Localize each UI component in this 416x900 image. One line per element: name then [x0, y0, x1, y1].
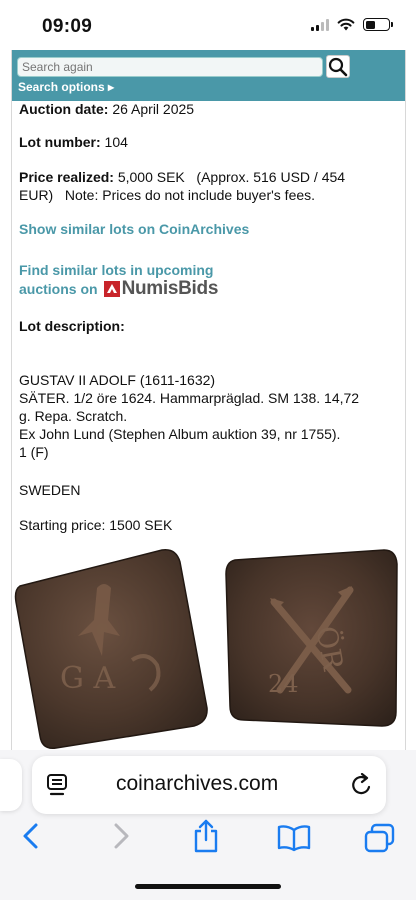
- tabs-icon[interactable]: [364, 823, 396, 853]
- bookmarks-icon[interactable]: [277, 824, 311, 852]
- numisbids-logo-icon: [103, 281, 120, 297]
- find-similar-line1[interactable]: Find similar lots in upcoming: [19, 261, 213, 279]
- web-page: Search options ▸ Auction date: 26 April …: [11, 50, 406, 750]
- coin-reverse-date: 24: [268, 670, 299, 698]
- coin-photo: G A ÖR 24: [14, 549, 398, 749]
- home-indicator: [135, 884, 281, 889]
- auction-date-value: 26 April 2025: [112, 101, 195, 117]
- auction-date-row: Auction date: 26 April 2025: [19, 100, 194, 118]
- description-line-5: 1 (F): [19, 444, 49, 460]
- address-bar[interactable]: coinarchives.com: [32, 756, 386, 814]
- url-text[interactable]: coinarchives.com: [116, 772, 278, 796]
- numisbids-logo-text: NumisBids: [121, 278, 219, 299]
- magnifier-icon: [328, 57, 348, 77]
- search-header: Search options ▸: [12, 50, 405, 101]
- page-menu-icon[interactable]: [47, 774, 67, 796]
- browser-bottom-bar: coinarchives.com: [0, 750, 416, 900]
- previous-tab-preview[interactable]: [0, 759, 22, 811]
- lot-number-value: 104: [104, 134, 128, 150]
- lot-description-label: Lot description:: [19, 318, 125, 334]
- lot-number-label: Lot number:: [19, 134, 101, 150]
- find-similar-row2[interactable]: auctions on NumisBids: [19, 278, 219, 299]
- price-realized-row: Price realized: 5,000 SEK (Approx. 516 U…: [19, 168, 345, 186]
- description-line-3: g. Repa. Scratch.: [19, 408, 128, 424]
- starting-price: Starting price: 1500 SEK: [19, 517, 173, 533]
- search-input[interactable]: [17, 57, 323, 77]
- country-label: SWEDEN: [19, 482, 81, 498]
- status-icons: [311, 18, 393, 31]
- cellular-signal-icon: [311, 18, 329, 31]
- status-time: 09:09: [42, 16, 93, 37]
- lot-number-row: Lot number: 104: [19, 133, 128, 151]
- price-label: Price realized:: [19, 169, 114, 185]
- auction-date-label: Auction date:: [19, 101, 109, 117]
- back-icon[interactable]: [20, 822, 42, 850]
- reload-icon[interactable]: [351, 773, 373, 797]
- search-button[interactable]: [326, 55, 350, 78]
- description-line-1: GUSTAV II ADOLF (1611-1632): [19, 372, 216, 388]
- coin-reverse: ÖR 24: [225, 549, 398, 727]
- find-similar-line2[interactable]: auctions on: [19, 280, 98, 298]
- battery-icon: [363, 18, 393, 31]
- price-value-line1: 5,000 SEK (Approx. 516 USD / 454: [117, 169, 346, 185]
- coin-obverse-letters: G A: [60, 661, 116, 696]
- numisbids-logo[interactable]: NumisBids: [103, 278, 219, 299]
- status-bar: 09:09: [0, 0, 416, 50]
- coin-obverse: G A: [14, 549, 208, 749]
- share-icon[interactable]: [191, 818, 221, 854]
- wifi-icon: [337, 18, 355, 31]
- forward-icon[interactable]: [110, 822, 132, 850]
- description-line-4: Ex John Lund (Stephen Album auktion 39, …: [19, 426, 341, 442]
- price-value-line2: EUR) Note: Prices do not include buyer's…: [19, 187, 316, 203]
- description-line-2: SÄTER. 1/2 öre 1624. Hammarpräglad. SM 1…: [19, 390, 360, 406]
- show-similar-lots-link[interactable]: Show similar lots on CoinArchives: [19, 220, 249, 238]
- search-options-link[interactable]: Search options ▸: [18, 80, 114, 94]
